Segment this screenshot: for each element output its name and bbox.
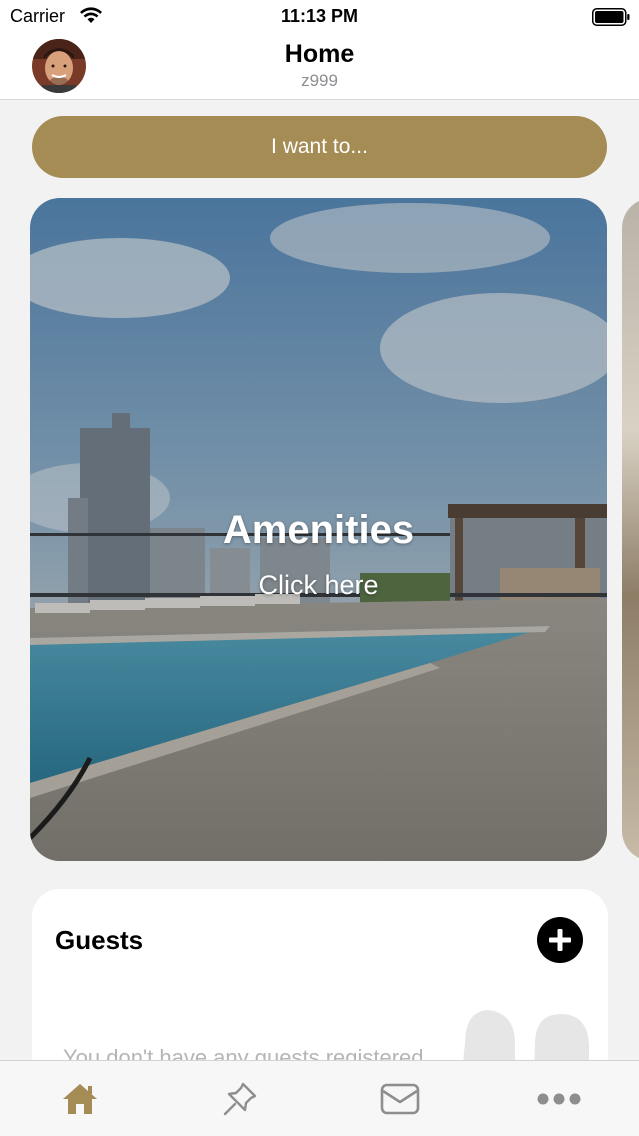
amenities-card-subtitle: Click here [258, 570, 379, 600]
tab-more[interactable] [479, 1061, 639, 1136]
tab-home[interactable] [0, 1061, 160, 1136]
guests-title: Guests [55, 925, 144, 955]
add-guest-button[interactable] [537, 917, 583, 963]
tab-messages[interactable] [320, 1061, 480, 1136]
status-bar: Carrier 11:13 PM [0, 0, 639, 34]
more-dots-icon [537, 1093, 581, 1105]
battery-icon [592, 8, 630, 26]
next-carousel-card[interactable] [622, 198, 639, 861]
i-want-to-button[interactable]: I want to... [32, 116, 607, 178]
tab-bar [0, 1060, 639, 1136]
plus-circle-icon [537, 917, 583, 963]
clock: 11:13 PM [280, 6, 359, 26]
amenities-card[interactable]: Amenities Click here [30, 198, 607, 861]
amenities-card-title: Amenities [222, 508, 415, 552]
app-screen: Carrier 11:13 PM Home z999 I want to... … [0, 0, 639, 1136]
home-icon [63, 1084, 97, 1114]
page-title: Home [284, 40, 355, 68]
pushpin-icon [223, 1082, 257, 1116]
navigation-bar: Home z999 [0, 34, 639, 100]
envelope-icon [380, 1083, 420, 1115]
page-subtitle: z999 [301, 71, 338, 90]
tab-pin[interactable] [160, 1061, 320, 1136]
